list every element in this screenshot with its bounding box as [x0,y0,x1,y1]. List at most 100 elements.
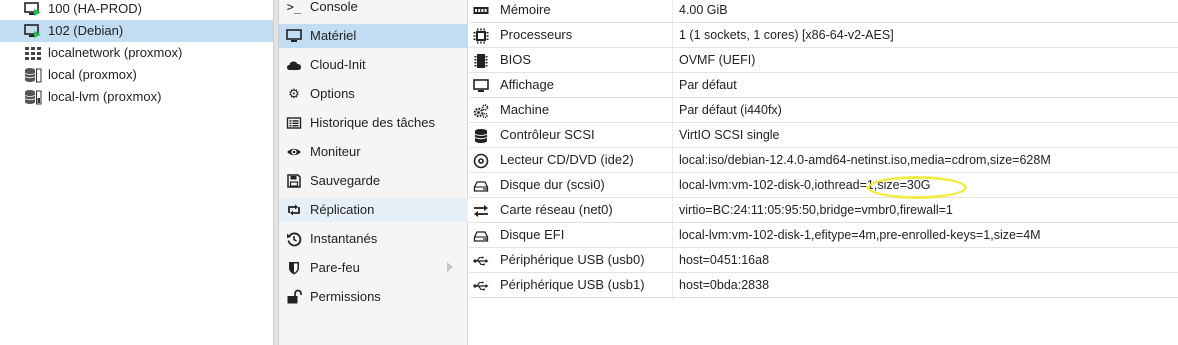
hw-row-value: local-lvm:vm-102-disk-0,iothread=1,size=… [679,178,931,192]
nav-item-label: Moniteur [310,144,361,159]
tree-item-label: local (proxmox) [48,67,137,82]
tree-item-localnetwork[interactable]: localnetwork (proxmox) [0,42,273,64]
hdd-icon [473,178,489,194]
hw-row-name: Lecteur CD/DVD (ide2) [500,152,634,167]
hdd-icon [473,228,489,244]
hw-row-hard-disk[interactable]: Disque dur (scsi0) local-lvm:vm-102-disk… [469,173,1178,198]
hw-row-usb0[interactable]: Périphérique USB (usb0) host=0451:16a8 [469,248,1178,273]
cogs-icon [473,103,489,119]
usb-icon [473,278,489,294]
nav-item-hardware[interactable]: Matériel [279,24,468,48]
tree-item-label: 100 (HA-PROD) [48,1,142,16]
hw-row-value: host=0bda:2838 [679,278,770,292]
cpu-icon [473,28,489,44]
hw-row-value: Par défaut (i440fx) [679,103,782,117]
nav-item-permissions[interactable]: Permissions [279,285,468,309]
tree-item-local-lvm[interactable]: local-lvm (proxmox) [0,86,273,108]
nav-item-label: Options [310,86,355,101]
nav-item-firewall[interactable]: Pare-feu [279,256,468,280]
nav-item-label: Matériel [310,28,357,43]
hw-row-value: Par défaut [679,78,737,92]
nav-item-label: Sauvegarde [310,173,381,188]
cdrom-icon [473,153,489,169]
cloud-icon [286,57,302,73]
nav-item-label: Cloud-Init [310,57,366,72]
tree-item-label: localnetwork (proxmox) [48,45,183,60]
terminal-icon: >_ [286,0,302,14]
hw-row-value: virtio=BC:24:11:05:95:50,bridge=vmbr0,fi… [679,203,953,217]
nav-item-cloud-init[interactable]: Cloud-Init [279,53,468,77]
nav-item-label: Permissions [310,289,381,304]
hw-row-name: Machine [500,102,550,117]
hw-row-machine[interactable]: Machine Par défaut (i440fx) [469,98,1178,123]
vm-config-nav: >_ Console Matériel Cloud-Init ⚙ Options… [279,0,468,345]
hw-row-name: Périphérique USB (usb1) [500,277,645,292]
tree-item-local[interactable]: local (proxmox) [0,64,273,86]
nav-item-console[interactable]: >_ Console [279,0,468,19]
tree-item-vm-102[interactable]: 102 (Debian) [0,20,273,42]
microchip-icon [473,53,489,69]
nav-item-monitor[interactable]: Moniteur [279,140,468,164]
tree-item-label: 102 (Debian) [48,23,124,38]
hw-row-name: Processeurs [500,27,573,42]
storage-icon [24,89,42,105]
hw-row-value: VirtIO SCSI single [679,128,780,142]
nav-item-label: Console [310,0,358,14]
tree-item-label: local-lvm (proxmox) [48,89,162,104]
hw-row-memory[interactable]: Mémoire 4.00 GiB [469,0,1178,23]
monitor-icon [286,28,302,44]
memory-icon [473,3,489,19]
nav-item-snapshots[interactable]: Instantanés [279,227,468,251]
hw-row-value: local:iso/debian-12.4.0-amd64-netinst.is… [679,153,1051,167]
gear-icon: ⚙ [288,86,300,101]
eye-icon [286,144,302,160]
usb-icon [473,253,489,269]
nav-item-label: Pare-feu [310,260,360,275]
nav-item-backup[interactable]: Sauvegarde [279,169,468,193]
hw-row-value: host=0451:16a8 [679,253,770,267]
hw-row-name: Contrôleur SCSI [500,127,595,142]
hw-row-name: Disque EFI [500,227,565,242]
nav-item-replication[interactable]: Réplication [279,198,468,222]
nav-item-options[interactable]: ⚙ Options [279,82,468,106]
hw-row-name: Disque dur (scsi0) [500,177,605,192]
hw-row-name: BIOS [500,52,532,67]
history-icon [286,231,302,247]
hw-row-usb1[interactable]: Périphérique USB (usb1) host=0bda:2838 [469,273,1178,298]
hw-row-name: Mémoire [500,2,551,17]
nav-item-label: Instantanés [310,231,378,246]
chevron-right-icon [447,262,453,272]
exchange-icon [473,203,489,219]
hw-row-network[interactable]: Carte réseau (net0) virtio=BC:24:11:05:9… [469,198,1178,223]
vm-running-icon [24,23,42,39]
unlock-icon [286,289,302,305]
display-icon [473,78,489,94]
hw-row-display[interactable]: Affichage Par défaut [469,73,1178,98]
floppy-icon [286,173,302,189]
hw-row-value: OVMF (UEFI) [679,53,756,67]
hw-row-value: 1 (1 sockets, 1 cores) [x86-64-v2-AES] [679,28,894,42]
network-grid-icon [24,45,42,61]
nav-item-label: Réplication [310,202,375,217]
hw-row-value: 4.00 GiB [679,3,728,17]
nav-item-label: Historique des tâches [310,115,436,130]
vm-running-icon [24,1,42,17]
hw-row-bios[interactable]: BIOS OVMF (UEFI) [469,48,1178,73]
resource-tree: 100 (HA-PROD) 102 (Debian) localnetwork … [0,0,273,345]
tree-item-vm-100[interactable]: 100 (HA-PROD) [0,0,273,20]
hw-row-name: Carte réseau (net0) [500,202,613,217]
hw-row-name: Affichage [500,77,554,92]
list-icon [286,115,302,131]
retweet-icon [286,202,302,218]
hardware-grid: Mémoire 4.00 GiB Processeurs 1 (1 socket… [469,0,1178,345]
shield-icon [286,260,302,276]
storage-icon [24,67,42,83]
hw-row-cdrom[interactable]: Lecteur CD/DVD (ide2) local:iso/debian-1… [469,148,1178,173]
hw-row-processors[interactable]: Processeurs 1 (1 sockets, 1 cores) [x86-… [469,23,1178,48]
hw-row-efi-disk[interactable]: Disque EFI local-lvm:vm-102-disk-1,efity… [469,223,1178,248]
hw-row-name: Périphérique USB (usb0) [500,252,645,267]
database-icon [473,128,489,144]
hw-row-scsi-controller[interactable]: Contrôleur SCSI VirtIO SCSI single [469,123,1178,148]
nav-item-task-history[interactable]: Historique des tâches [279,111,468,135]
hw-row-value: local-lvm:vm-102-disk-1,efitype=4m,pre-e… [679,228,1041,242]
